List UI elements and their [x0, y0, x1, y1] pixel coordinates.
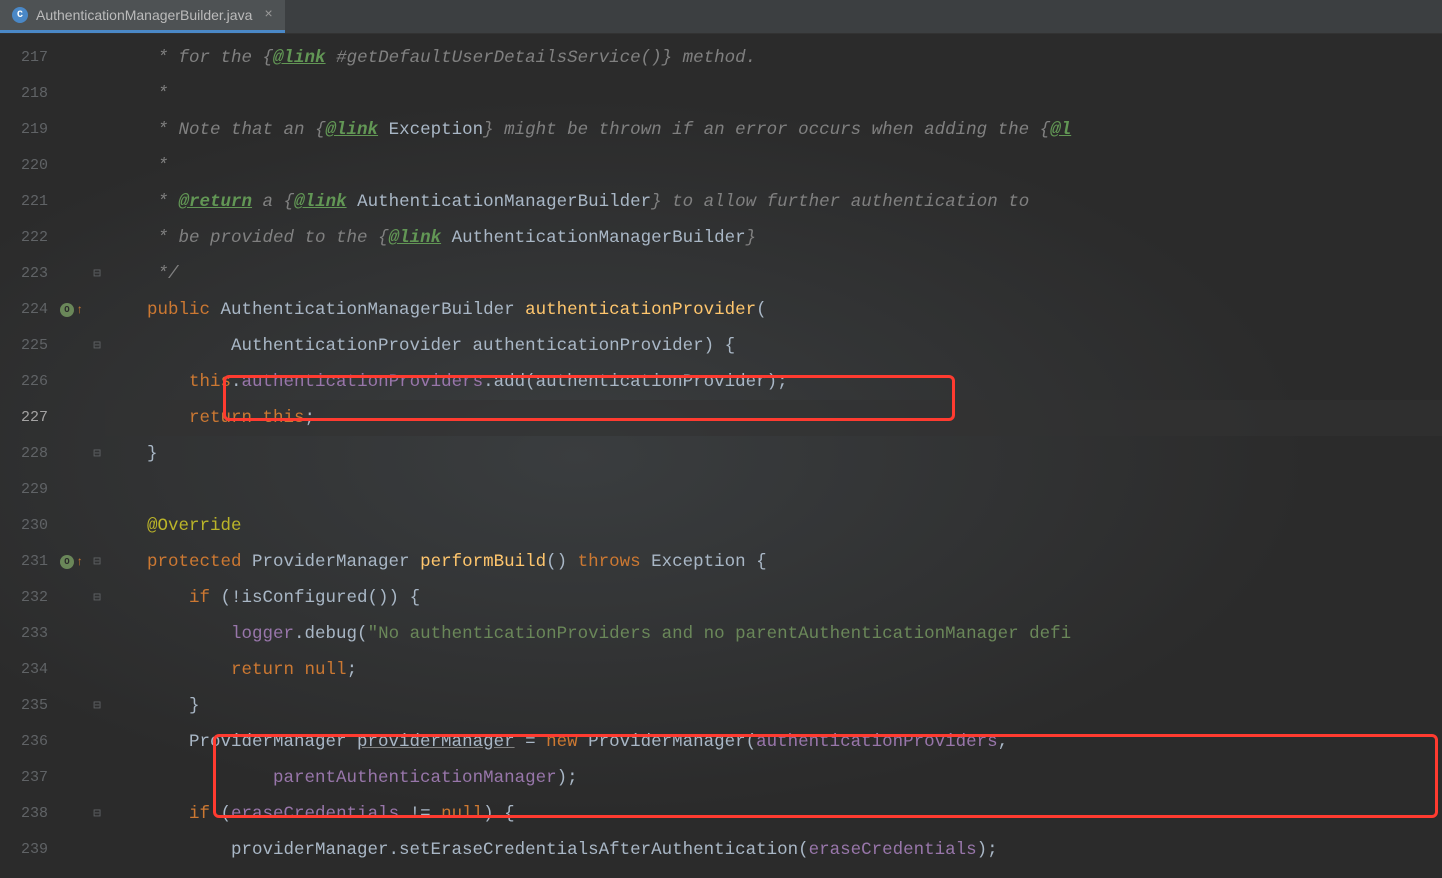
code-line[interactable]: @Override — [105, 508, 1442, 544]
code-line[interactable]: logger.debug("No authenticationProviders… — [105, 616, 1442, 652]
gutter-marker: ⊟ — [60, 328, 105, 364]
line-number: 231 — [0, 544, 48, 580]
line-number: 236 — [0, 724, 48, 760]
line-number: 237 — [0, 760, 48, 796]
code-line[interactable]: return this; — [105, 400, 1442, 436]
code-line[interactable]: * be provided to the {@link Authenticati… — [105, 220, 1442, 256]
line-number: 233 — [0, 616, 48, 652]
fold-open-icon[interactable]: ⊟ — [93, 796, 101, 832]
line-number: 239 — [0, 832, 48, 868]
override-icon[interactable]: O — [60, 555, 74, 569]
line-number: 224 — [0, 292, 48, 328]
tab-title: AuthenticationManagerBuilder.java — [36, 7, 252, 23]
override-icon[interactable]: O — [60, 303, 74, 317]
gutter-marker — [60, 760, 105, 796]
code-line[interactable]: * — [105, 76, 1442, 112]
line-number: 238 — [0, 796, 48, 832]
line-number: 218 — [0, 76, 48, 112]
code-line[interactable]: providerManager.setEraseCredentialsAfter… — [105, 832, 1442, 868]
close-icon[interactable]: × — [264, 7, 272, 23]
gutter-marker — [60, 832, 105, 868]
gutter-marker: ⊟ — [60, 256, 105, 292]
line-number: 220 — [0, 148, 48, 184]
line-number: 223 — [0, 256, 48, 292]
code-line[interactable]: AuthenticationProvider authenticationPro… — [105, 328, 1442, 364]
code-line[interactable]: * for the {@link #getDefaultUserDetailsS… — [105, 40, 1442, 76]
line-number: 227 — [0, 400, 48, 436]
fold-open-icon[interactable]: ⊟ — [93, 544, 101, 580]
line-number-gutter: 2172182192202212222232242252262272282292… — [0, 34, 60, 878]
code-line[interactable]: } — [105, 436, 1442, 472]
gutter-marker — [60, 616, 105, 652]
code-line[interactable]: */ — [105, 256, 1442, 292]
gutter-marker — [60, 652, 105, 688]
file-type-icon: C — [12, 7, 28, 23]
fold-close-icon[interactable]: ⊟ — [93, 256, 101, 292]
gutter-marker — [60, 76, 105, 112]
code-line[interactable]: ProviderManager providerManager = new Pr… — [105, 724, 1442, 760]
gutter-marker — [60, 220, 105, 256]
line-number: 229 — [0, 472, 48, 508]
gutter-marker — [60, 364, 105, 400]
line-number: 235 — [0, 688, 48, 724]
line-number: 232 — [0, 580, 48, 616]
gutter-marker — [60, 472, 105, 508]
code-line[interactable]: if (!isConfigured()) { — [105, 580, 1442, 616]
line-number: 217 — [0, 40, 48, 76]
line-number: 219 — [0, 112, 48, 148]
code-line[interactable]: * @return a {@link AuthenticationManager… — [105, 184, 1442, 220]
gutter-marker: O↑ ⊟ — [60, 544, 105, 580]
fold-open-icon[interactable]: ⊟ — [93, 328, 101, 364]
editor-tab[interactable]: C AuthenticationManagerBuilder.java × — [0, 0, 285, 33]
tab-bar: C AuthenticationManagerBuilder.java × — [0, 0, 1442, 34]
gutter-marker: ⊟ — [60, 796, 105, 832]
code-line[interactable]: * — [105, 148, 1442, 184]
gutter-marker — [60, 148, 105, 184]
code-line[interactable]: * Note that an {@link Exception} might b… — [105, 112, 1442, 148]
code-line[interactable] — [105, 472, 1442, 508]
code-line[interactable]: } — [105, 688, 1442, 724]
line-number: 228 — [0, 436, 48, 472]
line-number: 222 — [0, 220, 48, 256]
gutter-marker: ⊟ — [60, 436, 105, 472]
code-line[interactable]: if (eraseCredentials != null) { — [105, 796, 1442, 832]
arrow-up-icon: ↑ — [76, 292, 83, 328]
code-line[interactable]: parentAuthenticationManager); — [105, 760, 1442, 796]
gutter-marker — [60, 40, 105, 76]
gutter-marker: ⊟ — [60, 688, 105, 724]
line-number: 225 — [0, 328, 48, 364]
code-line[interactable]: public AuthenticationManagerBuilder auth… — [105, 292, 1442, 328]
gutter-marker — [60, 400, 105, 436]
gutter-marker — [60, 184, 105, 220]
gutter-marker — [60, 112, 105, 148]
gutter-marker — [60, 724, 105, 760]
fold-open-icon[interactable]: ⊟ — [93, 580, 101, 616]
arrow-up-icon: ↑ — [76, 544, 83, 580]
gutter-marker: O↑ — [60, 292, 105, 328]
fold-close-icon[interactable]: ⊟ — [93, 688, 101, 724]
gutter-icons: ⊟O↑⊟⊟O↑⊟⊟⊟⊟ — [60, 34, 105, 878]
line-number: 230 — [0, 508, 48, 544]
line-number: 226 — [0, 364, 48, 400]
code-line[interactable]: protected ProviderManager performBuild()… — [105, 544, 1442, 580]
code-area[interactable]: * for the {@link #getDefaultUserDetailsS… — [105, 34, 1442, 878]
fold-close-icon[interactable]: ⊟ — [93, 436, 101, 472]
code-line[interactable]: return null; — [105, 652, 1442, 688]
gutter-marker: ⊟ — [60, 580, 105, 616]
line-number: 221 — [0, 184, 48, 220]
code-line[interactable]: this.authenticationProviders.add(authent… — [105, 364, 1442, 400]
code-editor[interactable]: 2172182192202212222232242252262272282292… — [0, 34, 1442, 878]
gutter-marker — [60, 508, 105, 544]
line-number: 234 — [0, 652, 48, 688]
